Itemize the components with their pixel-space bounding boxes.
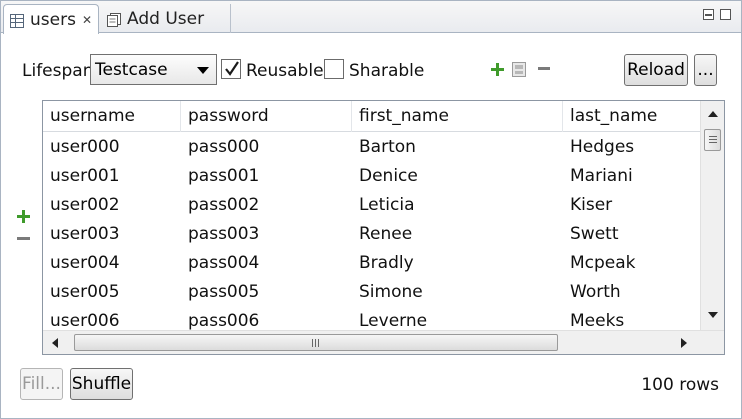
table-cell[interactable]: user005 — [43, 278, 120, 307]
table-cell[interactable]: user002 — [43, 191, 120, 220]
editor-window: users ✕ Add User Lifespan Testcase Reusa… — [0, 0, 742, 419]
table-cell[interactable]: user000 — [43, 133, 120, 162]
table-cell[interactable]: pass004 — [181, 249, 259, 278]
remove-column-icon[interactable] — [538, 67, 550, 71]
lifespan-value: Testcase — [95, 59, 168, 80]
column-header-first-name[interactable]: first_name — [352, 101, 563, 132]
scroll-up-icon[interactable] — [708, 111, 718, 117]
table-cell[interactable]: Leticia — [352, 191, 415, 220]
tab-add-user-label: Add User — [127, 8, 205, 29]
table-cell[interactable]: pass003 — [181, 220, 259, 249]
column-header-username[interactable]: username — [43, 101, 181, 132]
scroll-right-icon[interactable] — [681, 338, 687, 348]
edit-column-icon[interactable] — [512, 62, 526, 77]
table-cell[interactable]: Mcpeak — [563, 249, 636, 278]
horizontal-scroll-thumb[interactable] — [74, 334, 558, 351]
tab-users-label: users — [30, 9, 76, 30]
table-cell[interactable]: Swett — [563, 220, 619, 249]
table-row[interactable]: user003 pass003 Renee Swett — [43, 220, 703, 249]
table-header: username password first_name last_name — [43, 101, 703, 132]
sharable-checkbox[interactable] — [324, 59, 344, 79]
tab-users[interactable]: users ✕ — [3, 4, 99, 34]
table-cell[interactable]: Worth — [563, 278, 621, 307]
table-cell[interactable]: pass002 — [181, 191, 259, 220]
more-button[interactable]: ... — [694, 54, 717, 86]
tab-bar: users ✕ Add User — [1, 1, 741, 34]
table-cell[interactable]: user001 — [43, 162, 120, 191]
tab-add-user[interactable]: Add User — [101, 4, 231, 33]
sharable-label: Sharable — [349, 61, 425, 81]
maximize-icon[interactable] — [720, 9, 731, 20]
lifespan-select[interactable]: Testcase — [90, 54, 217, 85]
table-row[interactable]: user005 pass005 Simone Worth — [43, 278, 703, 307]
table-row[interactable]: user002 pass002 Leticia Kiser — [43, 191, 703, 220]
table-cell[interactable]: Barton — [352, 133, 416, 162]
scroll-left-icon[interactable] — [52, 338, 58, 348]
fill-button[interactable]: Fill... — [20, 368, 63, 400]
checkmark-icon — [225, 61, 239, 76]
scroll-down-icon[interactable] — [708, 312, 718, 318]
horizontal-scrollbar[interactable] — [43, 330, 724, 354]
table-cell[interactable]: Kiser — [563, 191, 612, 220]
vertical-scroll-thumb[interactable] — [704, 129, 721, 151]
toolbar: Lifespan Testcase Reusable Sharable Relo… — [1, 51, 741, 91]
row-count: 100 rows — [641, 375, 719, 395]
table-cell[interactable]: user003 — [43, 220, 120, 249]
table-cell[interactable]: Simone — [352, 278, 423, 307]
reusable-label: Reusable — [246, 61, 324, 81]
table-cell[interactable]: Renee — [352, 220, 412, 249]
table-cell[interactable]: pass000 — [181, 133, 259, 162]
reload-button[interactable]: Reload — [624, 54, 688, 86]
minimize-icon[interactable] — [703, 9, 714, 20]
table-row[interactable]: user001 pass001 Denice Mariani — [43, 162, 703, 191]
close-tab-icon[interactable]: ✕ — [82, 13, 92, 27]
table-icon — [10, 13, 24, 28]
remove-row-icon[interactable] — [17, 237, 30, 241]
add-column-icon[interactable] — [491, 63, 504, 76]
reusable-checkbox[interactable] — [221, 59, 241, 79]
table-cell[interactable]: pass005 — [181, 278, 259, 307]
table-row[interactable]: user004 pass004 Bradly Mcpeak — [43, 249, 703, 278]
table-cell[interactable]: user004 — [43, 249, 120, 278]
window-controls — [703, 9, 731, 20]
table-row[interactable]: user000 pass000 Barton Hedges — [43, 133, 703, 162]
document-icon — [107, 12, 121, 27]
table-cell[interactable]: Bradly — [352, 249, 414, 278]
add-row-icon[interactable] — [17, 210, 30, 223]
vertical-scrollbar[interactable] — [700, 101, 724, 332]
table-cell[interactable]: pass001 — [181, 162, 259, 191]
column-header-last-name[interactable]: last_name — [563, 101, 703, 132]
users-table: username password first_name last_name u… — [42, 100, 725, 355]
shuffle-button[interactable]: Shuffle — [70, 368, 133, 400]
chevron-down-icon — [197, 67, 209, 74]
lifespan-label: Lifespan — [22, 61, 94, 81]
table-cell[interactable]: Mariani — [563, 162, 633, 191]
column-header-password[interactable]: password — [181, 101, 352, 132]
table-cell[interactable]: Denice — [352, 162, 418, 191]
table-cell[interactable]: Hedges — [563, 133, 634, 162]
